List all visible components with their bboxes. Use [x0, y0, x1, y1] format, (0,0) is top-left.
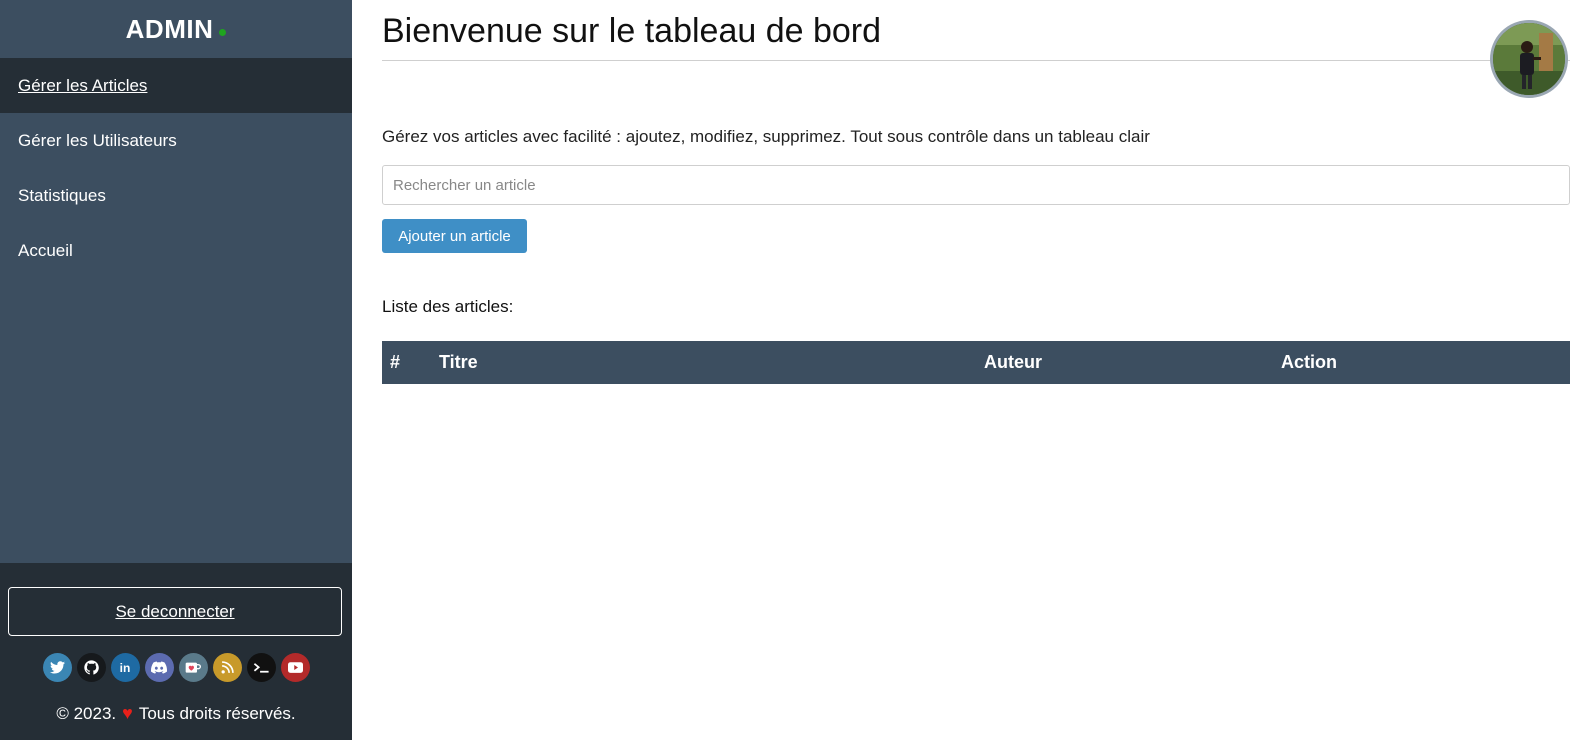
column-header-author: Auteur — [984, 352, 1042, 372]
sidebar-item-statistics[interactable]: Statistiques — [0, 168, 352, 223]
copyright: © 2023. ♥ Tous droits réservés. — [0, 703, 352, 724]
linkedin-icon[interactable]: in — [110, 653, 140, 682]
sidebar-item-users[interactable]: Gérer les Utilisateurs — [0, 113, 352, 168]
search-input[interactable] — [382, 165, 1570, 205]
brand: ADMIN — [0, 0, 352, 58]
copyright-suffix: Tous droits réservés. — [138, 703, 296, 723]
heart-icon: ♥ — [122, 703, 133, 723]
sidebar-item-label: Gérer les Articles — [18, 75, 148, 95]
online-status-dot — [219, 28, 227, 36]
user-photo-icon — [1493, 23, 1565, 95]
terminal-icon[interactable] — [246, 653, 276, 682]
sidebar-item-label: Gérer les Utilisateurs — [18, 130, 177, 150]
kofi-icon[interactable] — [178, 653, 208, 682]
intro-text: Gérez vos articles avec facilité : ajout… — [382, 127, 1150, 146]
column-header-title: Titre — [439, 352, 478, 372]
youtube-icon[interactable] — [280, 653, 310, 682]
copyright-prefix: © 2023. — [56, 703, 117, 723]
discord-icon[interactable] — [144, 653, 174, 682]
main-content: Bienvenue sur le tableau de bord Gérez v… — [382, 0, 1570, 740]
sidebar-footer: Se deconnecter in © 2023. ♥ Tous droits … — [0, 563, 352, 740]
sidebar-item-label: Statistiques — [18, 185, 106, 205]
column-header-number: # — [390, 352, 401, 372]
social-links: in — [0, 653, 352, 682]
list-title: Liste des articles: — [382, 297, 514, 316]
sidebar: ADMIN Gérer les Articles Gérer les Utili… — [0, 0, 352, 740]
sidebar-item-home[interactable]: Accueil — [0, 223, 352, 278]
page-title: Bienvenue sur le tableau de bord — [382, 12, 882, 50]
sidebar-item-articles[interactable]: Gérer les Articles — [0, 58, 352, 113]
add-article-button[interactable]: Ajouter un article — [382, 219, 527, 253]
column-header-action: Action — [1281, 352, 1337, 372]
table-header: # Titre Auteur Action — [382, 341, 1570, 384]
rss-icon[interactable] — [212, 653, 242, 682]
title-divider — [382, 60, 1570, 61]
sidebar-item-label: Accueil — [18, 240, 73, 260]
twitter-icon[interactable] — [42, 653, 72, 682]
github-icon[interactable] — [76, 653, 106, 682]
logout-button[interactable]: Se deconnecter — [8, 587, 342, 636]
brand-label: ADMIN — [125, 13, 214, 44]
avatar[interactable] — [1490, 20, 1568, 98]
